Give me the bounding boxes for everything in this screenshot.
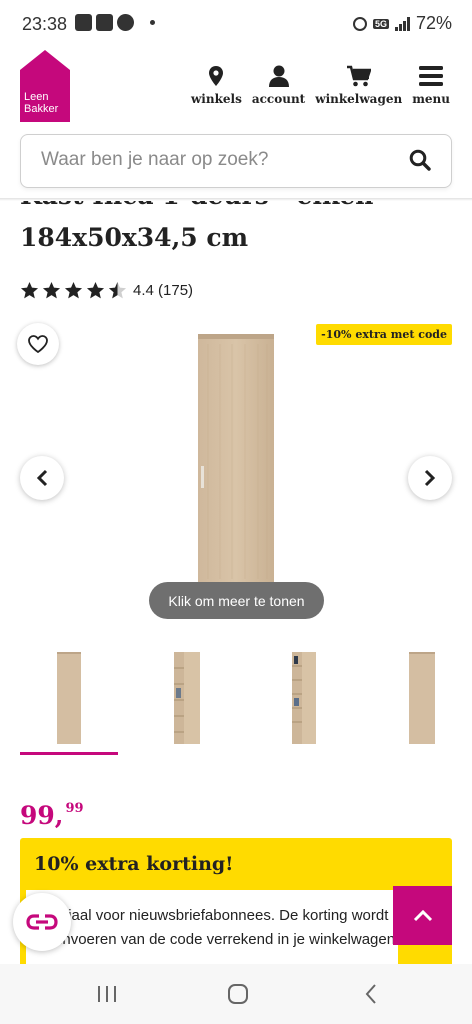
recent-apps-button[interactable] [94,982,120,1006]
product-rating[interactable]: 4.4 (175) [20,281,193,300]
discount-badge: -10% extra met code [316,324,452,345]
nav-account[interactable]: account [252,64,305,106]
price-main: 99, [20,801,64,830]
nav-label-account: account [251,92,306,106]
shopping-cart-icon [346,64,371,88]
location-pin-icon [209,64,224,88]
favorite-button[interactable] [17,323,59,365]
status-time: 23:38 [22,14,68,34]
star-full-icon [86,281,105,299]
header-nav: winkels account winkelwagen menu [191,64,450,106]
nav-winkels[interactable]: winkels [191,64,242,106]
recent-apps-icon [98,986,116,1002]
pinterest-notification-icon [117,14,134,31]
previous-image-button[interactable] [20,456,64,500]
show-more-tooltip[interactable]: Klik om meer te tonen [149,582,324,619]
thumbnail-4[interactable] [374,648,472,748]
chat-icon [26,914,58,930]
status-bar: 23:38 5G 72% [0,0,472,50]
thumbnail-1[interactable] [20,648,118,748]
product-price: 99, 99 [20,800,84,832]
android-nav-bar [0,964,472,1024]
nav-label-winkels: winkels [190,92,242,106]
battery-percentage: 72% [415,13,452,33]
nav-winkelwagen[interactable]: winkelwagen [315,64,402,106]
product-title: Kast Inca 1-deurs - eiken - 184x50x34,5 … [20,201,393,252]
logo-text-line1: Leen [24,91,48,103]
promo-title: 10% extra korting! [34,853,234,875]
next-image-button[interactable] [408,456,452,500]
star-full-icon [20,281,39,299]
chevron-right-icon [424,469,436,487]
search-icon[interactable] [409,149,435,175]
search-bar [20,134,452,188]
thumbnail-3[interactable] [256,648,354,748]
signal-strength-icon [394,16,410,31]
star-half-icon [108,281,127,299]
logo-text-line2: Bakker [24,103,59,115]
chat-button[interactable] [13,893,71,951]
more-notifications-dot-icon [150,20,155,25]
logo-house-icon: Leen Bakker [20,50,70,122]
star-full-icon [64,281,83,299]
mail-notification-icon [96,14,113,31]
nav-menu[interactable]: menu [412,64,450,106]
network-type-badge: 5G [372,18,389,29]
product-title-container: Kast Inca 1-deurs - eiken - 184x50x34,5 … [0,201,472,271]
product-image[interactable] [198,334,274,589]
star-full-icon [42,281,61,299]
home-button[interactable] [225,982,251,1006]
alarm-icon [352,16,367,31]
gallery-notification-icon [75,14,92,31]
thumbnail-strip [20,648,472,758]
thumbnail-2[interactable] [138,648,236,748]
price-cents: 99 [65,801,84,816]
search-input[interactable] [41,149,381,171]
promo-box: 10% extra korting! Speciaal voor nieuwsb… [20,838,452,978]
nav-label-menu: menu [412,92,450,106]
promo-text: Speciaal voor nieuwsbriefabonnees. De ko… [34,907,398,948]
back-button[interactable] [358,982,384,1006]
scroll-to-top-button[interactable] [393,886,452,945]
leen-bakker-logo[interactable]: Leen Bakker [20,50,70,122]
nav-label-winkelwagen: winkelwagen [315,92,403,106]
heart-icon [28,335,48,353]
chevron-left-icon [36,469,48,487]
home-icon [228,984,248,1004]
chevron-up-icon [413,909,432,921]
active-thumbnail-indicator [20,752,118,755]
hamburger-menu-icon [419,64,444,88]
back-icon [365,984,376,1004]
user-icon [268,64,290,88]
notification-icons [75,14,155,31]
rating-text: 4.4 (175) [133,282,194,299]
